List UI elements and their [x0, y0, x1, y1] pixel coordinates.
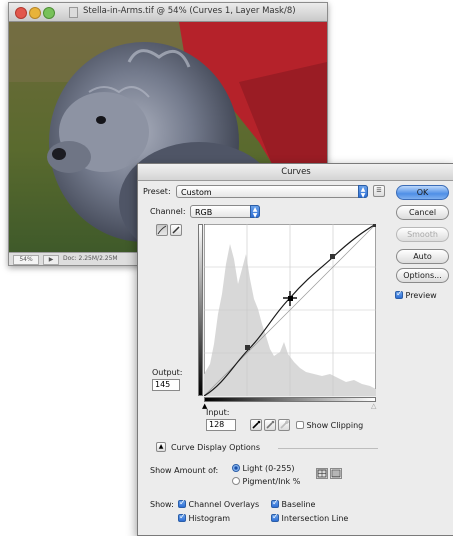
gray-eyedropper-icon[interactable]: [264, 419, 276, 431]
intersection-line-label: Intersection Line: [281, 514, 349, 523]
channel-value: RGB: [195, 208, 213, 217]
dropdown-arrows-icon: ▲ ▼: [358, 185, 368, 199]
pigment-radio-label: Pigment/Ink %: [242, 477, 301, 486]
zoom-window-button[interactable]: [43, 7, 55, 19]
output-gradient-bar: [198, 224, 203, 396]
white-point-slider-icon[interactable]: △: [371, 403, 376, 410]
input-gradient-bar: [204, 397, 376, 402]
curve-point: [330, 254, 335, 259]
curve-graph[interactable]: [204, 224, 376, 396]
output-label: Output:: [152, 368, 183, 377]
light-radio-label: Light (0-255): [242, 464, 295, 473]
auto-button[interactable]: Auto: [396, 249, 449, 264]
preset-options-icon[interactable]: ☰: [373, 185, 385, 197]
channel-dropdown[interactable]: RGB ▲ ▼: [190, 205, 260, 219]
curves-title[interactable]: Curves: [138, 164, 453, 181]
document-size-info: Doc: 2.25M/2.25M: [63, 255, 118, 262]
cancel-button[interactable]: Cancel: [396, 205, 449, 220]
input-label: Input:: [206, 408, 230, 417]
baseline-label: Baseline: [281, 500, 316, 509]
light-radio[interactable]: Light (0-255): [232, 464, 295, 473]
document-titlebar[interactable]: Stella-in-Arms.tif @ 54% (Curves 1, Laye…: [9, 3, 327, 22]
options-button[interactable]: Options...: [396, 268, 449, 283]
preset-value: Custom: [181, 188, 212, 197]
curve-point: [245, 345, 250, 350]
black-eyedropper-icon[interactable]: [250, 419, 262, 431]
curves-dialog: Curves Preset: Custom ▲ ▼ ☰ Channel: RGB …: [137, 163, 453, 536]
radio-unselected-icon: [232, 477, 240, 485]
histogram-checkbox[interactable]: Histogram: [178, 512, 231, 523]
curve-edit-points-icon[interactable]: [156, 224, 168, 236]
preset-label: Preset:: [143, 187, 171, 196]
pencil-draw-icon[interactable]: [170, 224, 182, 236]
simple-grid-icon[interactable]: [316, 468, 328, 479]
show-clipping-checkbox[interactable]: Show Clipping: [296, 421, 363, 430]
zoom-field[interactable]: 54%: [13, 255, 39, 265]
detailed-grid-icon[interactable]: [330, 468, 342, 479]
radio-selected-icon: [232, 464, 240, 472]
checkmark-icon: [178, 498, 186, 508]
section-divider: [278, 448, 378, 449]
preview-checkbox[interactable]: Preview: [395, 289, 437, 300]
intersection-line-checkbox[interactable]: Intersection Line: [271, 512, 349, 523]
baseline-checkbox[interactable]: Baseline: [271, 498, 316, 509]
dropdown-arrows-icon: ▲ ▼: [250, 205, 260, 219]
channel-label: Channel:: [150, 207, 186, 216]
disclosure-triangle-icon[interactable]: ▲: [156, 442, 166, 452]
document-title: Stella-in-Arms.tif @ 54% (Curves 1, Laye…: [83, 6, 296, 16]
document-proxy-icon[interactable]: [69, 7, 78, 18]
pigment-radio[interactable]: Pigment/Ink %: [232, 477, 300, 486]
channel-overlays-checkbox[interactable]: Channel Overlays: [178, 498, 260, 509]
curve-point: [373, 224, 376, 227]
histogram-label: Histogram: [188, 514, 231, 523]
checkmark-icon: [178, 512, 186, 522]
channel-overlays-label: Channel Overlays: [188, 500, 260, 509]
preset-dropdown[interactable]: Custom ▲ ▼: [176, 185, 368, 199]
show-clipping-label: Show Clipping: [306, 421, 364, 430]
curve-display-options-label: Curve Display Options: [171, 443, 261, 452]
close-window-button[interactable]: [15, 7, 27, 19]
checkmark-icon: [271, 498, 279, 508]
ok-button[interactable]: OK: [396, 185, 449, 200]
white-eyedropper-icon[interactable]: [278, 419, 290, 431]
output-field[interactable]: 145: [152, 379, 180, 391]
show-amount-label: Show Amount of:: [150, 466, 219, 475]
preview-label: Preview: [405, 291, 437, 300]
smooth-button[interactable]: Smooth: [396, 227, 449, 242]
input-field[interactable]: 128: [206, 419, 236, 431]
minimize-window-button[interactable]: [29, 7, 41, 19]
show-label: Show:: [150, 500, 174, 509]
status-menu-icon[interactable]: ▶: [43, 255, 59, 265]
show-clipping-check-icon: [296, 421, 304, 429]
checkmark-icon: [271, 512, 279, 522]
checkmark-icon: [395, 289, 403, 299]
